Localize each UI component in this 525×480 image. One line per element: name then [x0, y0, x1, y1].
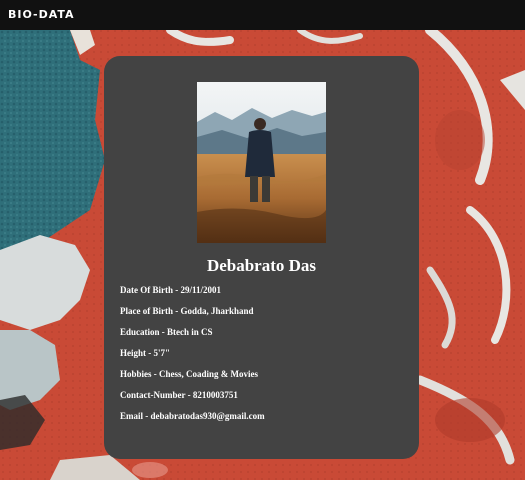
detail-date-of-birth: Date Of Birth - 29/11/2001	[120, 285, 221, 295]
brand-logo-link[interactable]: BIO-DATA	[8, 8, 75, 21]
detail-hobbies: Hobbies - Chess, Coading & Movies	[120, 369, 259, 379]
detail-height: Height - 5'7"	[120, 348, 170, 358]
detail-education: Education - Btech in CS	[120, 327, 213, 337]
detail-place-of-birth: Place of Birth - Godda, Jharkhand	[120, 306, 254, 316]
profile-name: Debabrato Das	[206, 256, 317, 275]
profile-details-list: Date Of Birth - 29/11/2001 Place of Birt…	[120, 286, 265, 433]
detail-email: Email - debabratodas930@gmail.com	[120, 411, 265, 421]
profile-photo	[197, 82, 326, 243]
top-bar: BIO-DATA	[0, 0, 525, 30]
bio-card: Debabrato Das Date Of Birth - 29/11/2001…	[104, 56, 419, 459]
detail-contact-number: Contact-Number - 8210003751	[120, 390, 238, 400]
